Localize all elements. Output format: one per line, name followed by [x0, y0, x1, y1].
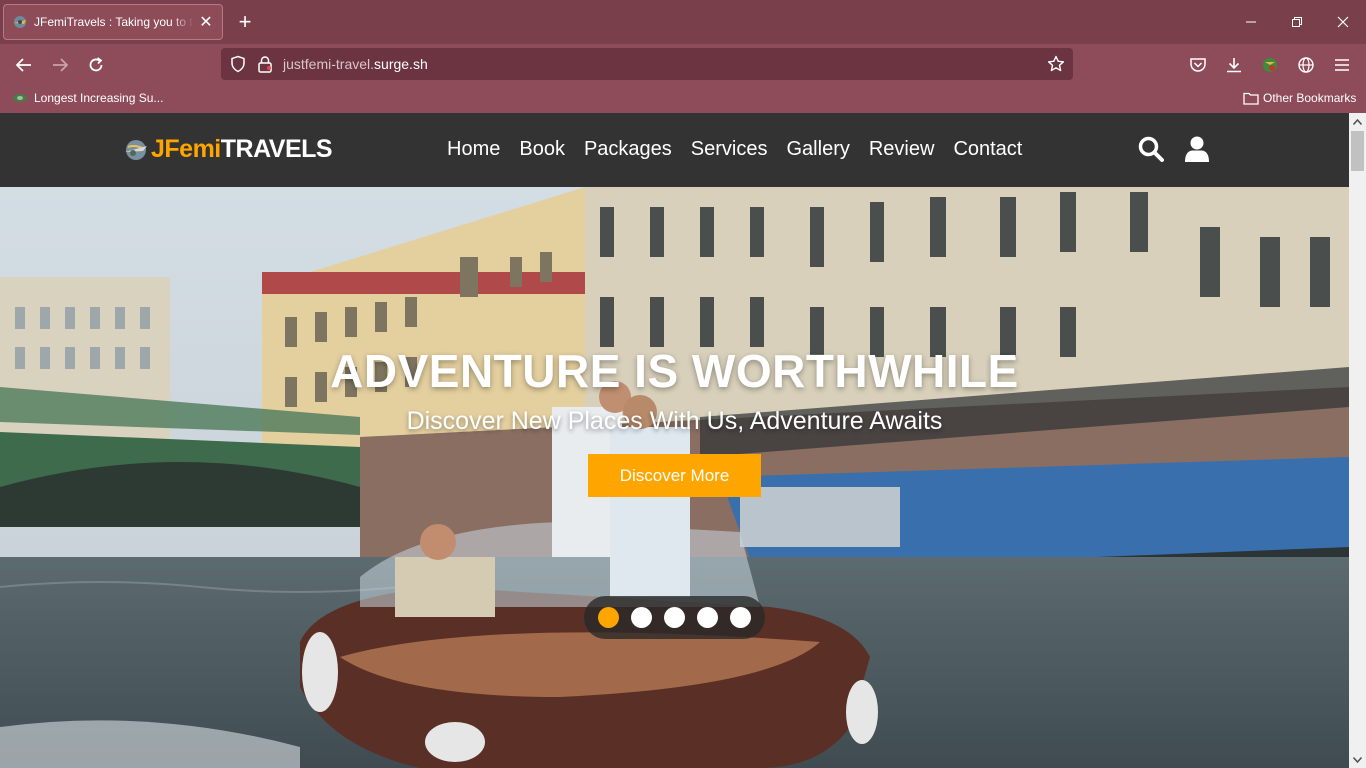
- slider-dot-4[interactable]: [697, 607, 718, 628]
- site-header: JFemi TRAVELS Home Book Packages Services…: [0, 113, 1349, 187]
- bookmarks-toolbar: Longest Increasing Su... Other Bookmarks: [0, 86, 1366, 113]
- extension-button[interactable]: [1258, 53, 1282, 77]
- reload-icon: [89, 57, 103, 72]
- bookmark-item[interactable]: Longest Increasing Su...: [12, 91, 163, 105]
- site-favicon-icon: [14, 16, 26, 28]
- back-button[interactable]: [12, 53, 36, 77]
- other-bookmarks-label: Other Bookmarks: [1263, 91, 1357, 105]
- browser-toolbar: justfemi-travel.surge.sh: [0, 44, 1366, 86]
- nav-contact[interactable]: Contact: [953, 138, 1022, 161]
- new-tab-button[interactable]: +: [234, 11, 256, 33]
- slider-dot-3[interactable]: [664, 607, 685, 628]
- menu-button[interactable]: [1330, 53, 1354, 77]
- tab-close-icon[interactable]: ✕: [198, 12, 214, 32]
- folder-icon: [1243, 92, 1259, 105]
- translate-button[interactable]: [1294, 53, 1318, 77]
- close-icon: [1337, 16, 1349, 28]
- hero-title: ADVENTURE IS WORTHWHILE: [330, 345, 1019, 397]
- pocket-icon: [1190, 58, 1206, 72]
- address-bar[interactable]: justfemi-travel.surge.sh: [221, 48, 1073, 80]
- restore-icon: [1292, 17, 1302, 27]
- url-text[interactable]: justfemi-travel.surge.sh: [283, 56, 428, 72]
- slider-dot-2[interactable]: [631, 607, 652, 628]
- slider-pagination: [584, 596, 765, 639]
- restore-button[interactable]: [1274, 0, 1320, 44]
- minimize-button[interactable]: [1228, 0, 1274, 44]
- tab-title: JFemiTravels : Taking you to the world: [34, 15, 194, 29]
- scroll-up-button[interactable]: [1349, 113, 1366, 130]
- nav-packages[interactable]: Packages: [584, 138, 672, 161]
- star-icon[interactable]: [1047, 55, 1065, 73]
- bookmark-label: Longest Increasing Su...: [34, 91, 164, 105]
- hero-slider: ADVENTURE IS WORTHWHILE Discover New Pla…: [0, 187, 1349, 768]
- minimize-icon: [1246, 21, 1256, 23]
- slider-dot-5[interactable]: [730, 607, 751, 628]
- nav-gallery[interactable]: Gallery: [787, 138, 850, 161]
- browser-tab-strip: JFemiTravels : Taking you to the world ✕…: [0, 0, 1366, 44]
- bookmark-favicon-icon: [13, 94, 27, 102]
- nav-home[interactable]: Home: [447, 138, 500, 161]
- logo-text-travels: TRAVELS: [220, 135, 333, 163]
- hamburger-menu-icon: [1335, 59, 1349, 71]
- browser-tab-active[interactable]: JFemiTravels : Taking you to the world ✕: [3, 4, 223, 40]
- nav-book[interactable]: Book: [519, 138, 565, 161]
- chevron-down-icon: [1353, 756, 1362, 763]
- other-bookmarks[interactable]: Other Bookmarks: [1243, 91, 1356, 105]
- arrow-left-icon: [15, 58, 31, 72]
- scroll-down-button[interactable]: [1349, 751, 1366, 768]
- chevron-up-icon: [1353, 118, 1362, 125]
- hero-subtitle: Discover New Places With Us, Adventure A…: [406, 407, 943, 435]
- pocket-button[interactable]: [1186, 53, 1210, 77]
- search-icon[interactable]: [1137, 135, 1165, 163]
- extension-icon: [1263, 58, 1277, 72]
- url-prefix: justfemi-travel.: [283, 56, 375, 72]
- shield-icon[interactable]: [229, 55, 247, 73]
- user-icon[interactable]: [1183, 135, 1211, 163]
- url-domain: surge.sh: [374, 56, 428, 72]
- globe-plane-logo-icon: [125, 139, 147, 160]
- forward-button[interactable]: [48, 53, 72, 77]
- logo-text-jfemi: JFemi: [151, 135, 221, 163]
- downloads-button[interactable]: [1222, 53, 1246, 77]
- close-window-button[interactable]: [1320, 0, 1366, 44]
- globe-icon: [1298, 57, 1314, 73]
- reload-button[interactable]: [84, 53, 108, 77]
- nav-services[interactable]: Services: [691, 138, 768, 161]
- site-logo[interactable]: JFemi TRAVELS: [123, 135, 333, 164]
- download-icon: [1227, 58, 1241, 73]
- discover-more-button[interactable]: Discover More: [588, 454, 761, 497]
- page-scrollbar[interactable]: [1349, 113, 1366, 768]
- web-page: JFemi TRAVELS Home Book Packages Services…: [0, 113, 1349, 768]
- lock-icon[interactable]: [257, 55, 273, 73]
- slider-dot-1[interactable]: [598, 607, 619, 628]
- scroll-thumb[interactable]: [1351, 131, 1364, 171]
- arrow-right-icon: [53, 58, 69, 72]
- nav-review[interactable]: Review: [869, 138, 935, 161]
- main-navigation: Home Book Packages Services Gallery Revi…: [447, 138, 1041, 161]
